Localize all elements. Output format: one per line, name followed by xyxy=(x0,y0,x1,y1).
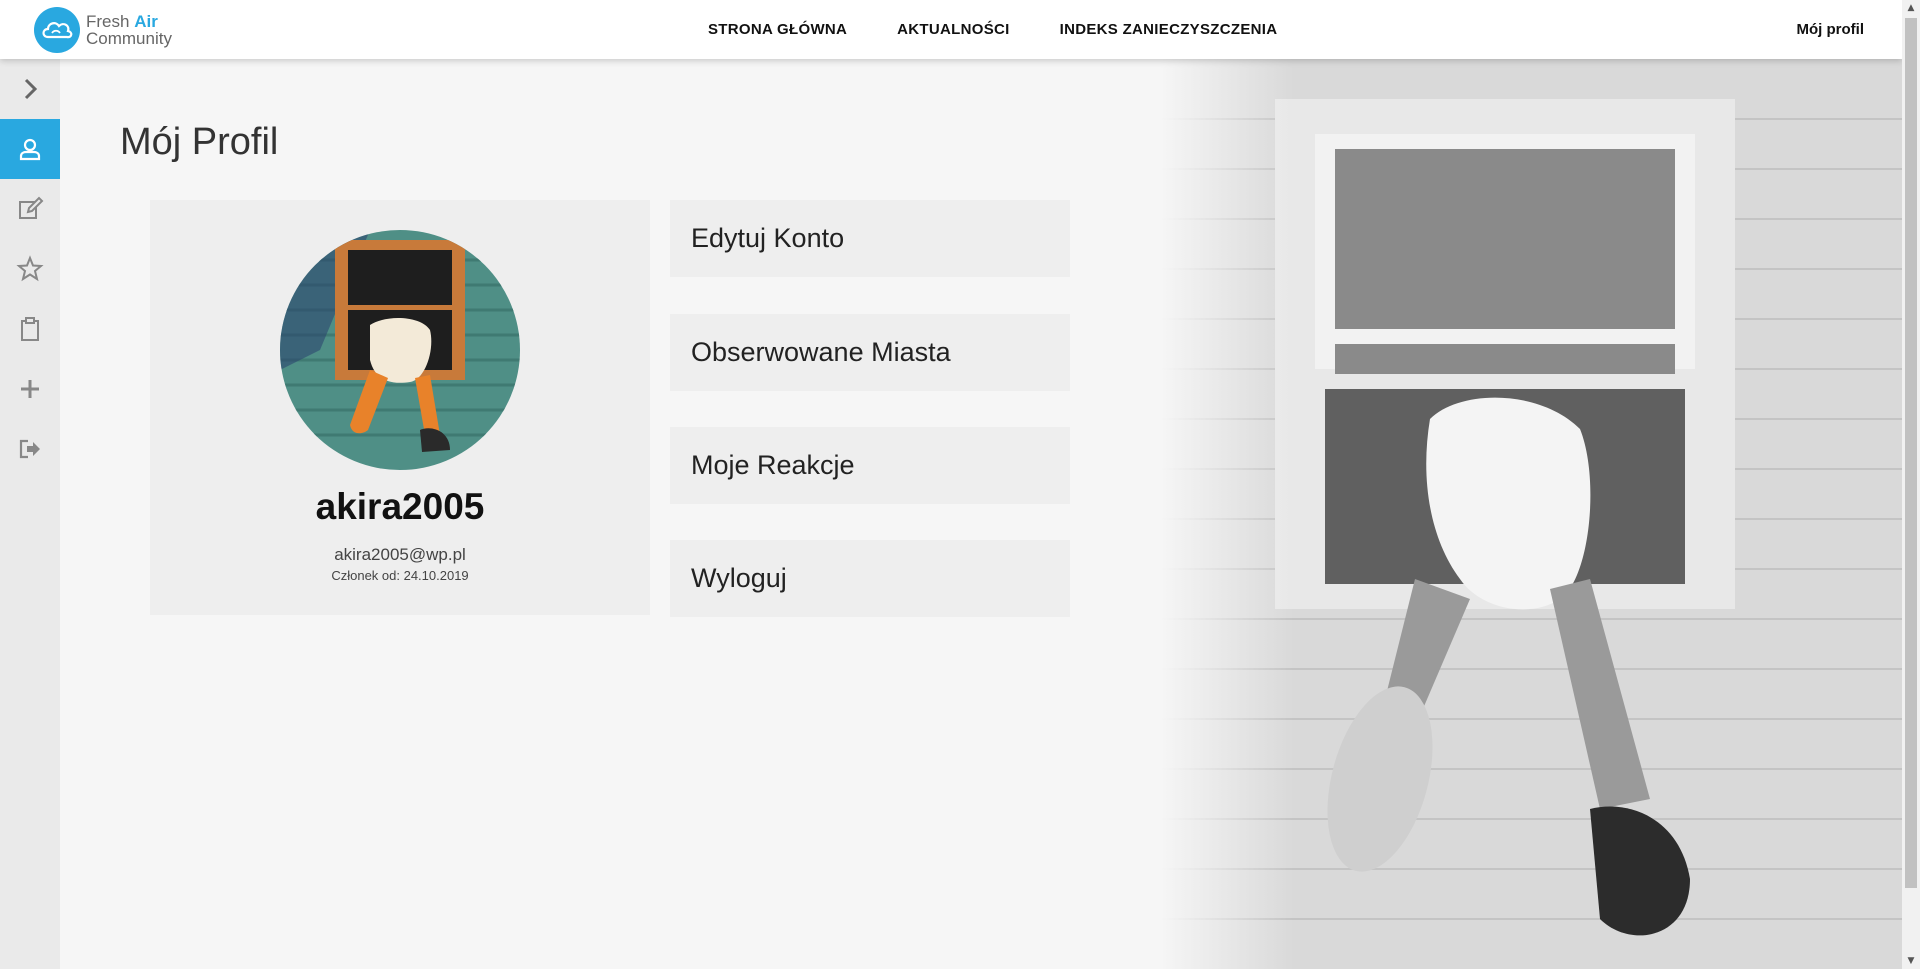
nav-my-profile[interactable]: Mój profil xyxy=(1797,0,1865,59)
scroll-thumb[interactable] xyxy=(1905,18,1917,888)
clipboard-icon xyxy=(21,317,39,341)
sidebar-expand[interactable] xyxy=(0,59,60,119)
menu-followed-cities[interactable]: Obserwowane Miasta xyxy=(670,314,1070,391)
sidebar-item-reports[interactable] xyxy=(0,299,60,359)
menu-my-reactions[interactable]: Moje Reakcje xyxy=(670,427,1070,504)
nav-news[interactable]: AKTUALNOŚCI xyxy=(897,21,1009,38)
page-scrollbar[interactable]: ▲ ▼ xyxy=(1902,0,1920,969)
avatar[interactable] xyxy=(280,230,520,470)
edit-icon xyxy=(19,196,44,219)
sidebar xyxy=(0,59,60,969)
menu-logout[interactable]: Wyloguj xyxy=(670,540,1070,617)
main-nav: STRONA GŁÓWNA AKTUALNOŚCI INDEKS ZANIECZ… xyxy=(708,0,1327,59)
top-navbar: Fresh Air Community STRONA GŁÓWNA AKTUAL… xyxy=(0,0,1902,59)
nav-pollution-index[interactable]: INDEKS ZANIECZYSZCZENIA xyxy=(1060,21,1278,38)
scroll-up-arrow-icon[interactable]: ▲ xyxy=(1902,0,1920,16)
brand-line2: Community xyxy=(86,29,172,48)
profile-member-since: Członek od: 24.10.2019 xyxy=(331,568,469,583)
plus-icon xyxy=(21,380,39,398)
background-photo xyxy=(1160,59,1902,969)
scroll-down-arrow-icon[interactable]: ▼ xyxy=(1902,953,1920,969)
cloud-logo-icon xyxy=(34,7,80,53)
logout-icon xyxy=(19,439,40,459)
sidebar-item-edit[interactable] xyxy=(0,179,60,239)
profile-card: akira2005 akira2005@wp.pl Członek od: 24… xyxy=(150,200,650,615)
star-icon xyxy=(16,255,44,282)
user-icon xyxy=(19,138,41,161)
sidebar-item-logout[interactable] xyxy=(0,419,60,479)
page-title: Mój Profil xyxy=(120,121,279,163)
profile-email: akira2005@wp.pl xyxy=(334,545,466,564)
brand-logo[interactable]: Fresh Air Community xyxy=(34,6,172,54)
brand-name: Fresh Air Community xyxy=(86,13,172,47)
menu-edit-account[interactable]: Edytuj Konto xyxy=(670,200,1070,277)
sidebar-item-profile[interactable] xyxy=(0,119,60,179)
chevron-right-icon xyxy=(24,78,38,100)
sidebar-item-add[interactable] xyxy=(0,359,60,419)
nav-home[interactable]: STRONA GŁÓWNA xyxy=(708,21,847,38)
sidebar-item-favorites[interactable] xyxy=(0,239,60,299)
profile-username: akira2005 xyxy=(315,486,485,527)
